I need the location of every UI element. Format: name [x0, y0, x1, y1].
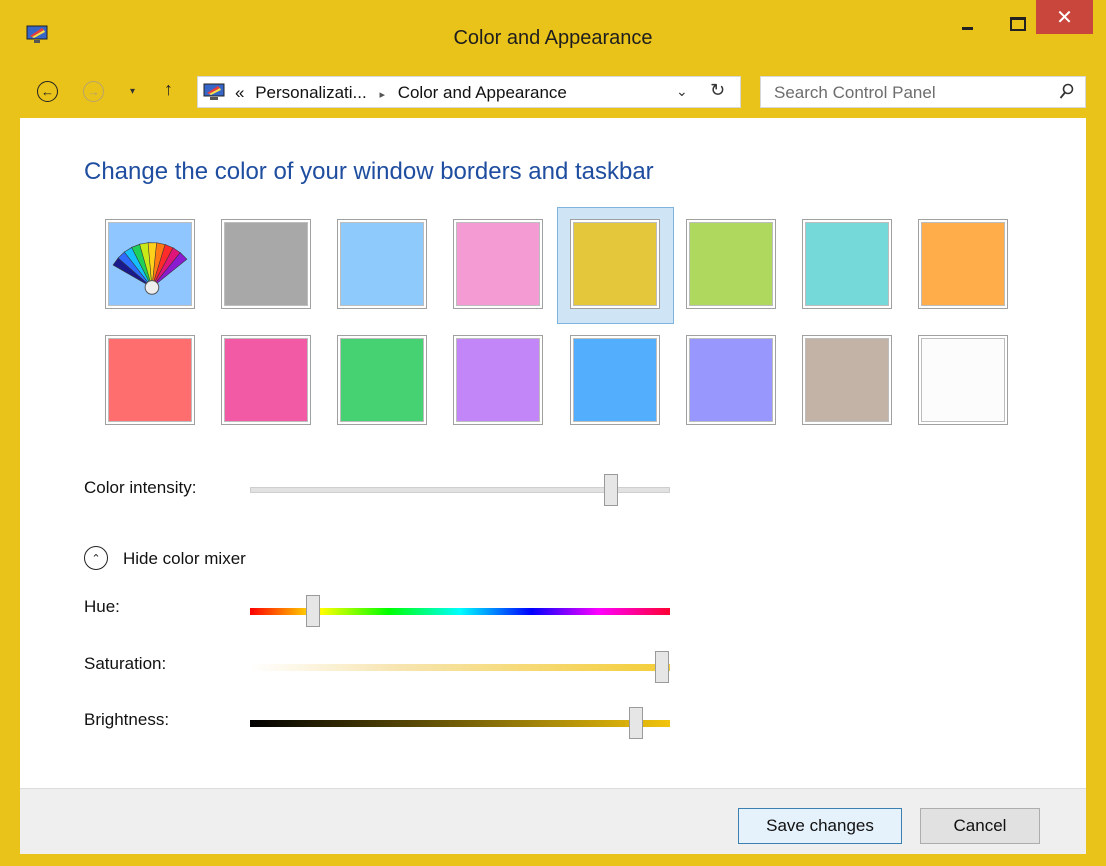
- color-and-appearance-window: Color and Appearance ✕ ← → ▾ ↑ « Persona…: [0, 0, 1106, 866]
- control-panel-icon: [203, 83, 225, 100]
- chevron-up-icon: ⌃: [91, 552, 101, 565]
- swatch-fill: [689, 222, 773, 306]
- close-icon: ✕: [1056, 6, 1073, 29]
- breadcrumb-overflow[interactable]: «: [235, 83, 244, 102]
- back-button[interactable]: ←: [37, 81, 58, 102]
- swatch-fill: [921, 222, 1005, 306]
- breadcrumb: « Personalizati... ▸ Color and Appearanc…: [235, 83, 567, 103]
- cancel-button[interactable]: Cancel: [920, 808, 1040, 844]
- forward-arrow-icon: →: [87, 84, 100, 99]
- swatch-fill: [108, 338, 192, 422]
- color-swatch-yellow[interactable]: [570, 219, 660, 309]
- brightness-slider-thumb[interactable]: [629, 707, 644, 739]
- maximize-button[interactable]: [1005, 10, 1031, 38]
- breadcrumb-separator-icon[interactable]: ▸: [379, 89, 385, 101]
- title-bar[interactable]: Color and Appearance ✕: [0, 0, 1106, 68]
- color-swatch-red[interactable]: [105, 335, 195, 425]
- swatch-fill: [573, 222, 657, 306]
- color-swatch-light-blue[interactable]: [337, 219, 427, 309]
- up-arrow-icon: ↑: [164, 79, 173, 99]
- hue-slider-thumb[interactable]: [306, 595, 320, 627]
- color-palette-fan-icon: [112, 242, 188, 295]
- color-swatch-blue[interactable]: [570, 335, 660, 425]
- swatch-fill: [340, 222, 424, 306]
- swatch-fill: [805, 338, 889, 422]
- hide-color-mixer-link[interactable]: Hide color mixer: [123, 549, 246, 569]
- swatch-fill: [805, 222, 889, 306]
- swatch-fill: [340, 338, 424, 422]
- color-swatch-taupe[interactable]: [802, 335, 892, 425]
- color-swatch-teal[interactable]: [802, 219, 892, 309]
- color-swatch-orange[interactable]: [918, 219, 1008, 309]
- chevron-down-icon: ▾: [130, 86, 136, 97]
- color-swatch-emerald[interactable]: [337, 335, 427, 425]
- color-swatch-pink[interactable]: [453, 219, 543, 309]
- refresh-button[interactable]: ↻: [710, 80, 725, 101]
- breadcrumb-personalization[interactable]: Personalizati...: [255, 83, 367, 102]
- back-arrow-icon: ←: [41, 84, 54, 99]
- swatch-fill: [456, 338, 540, 422]
- swatch-fill: [456, 222, 540, 306]
- brightness-label: Brightness:: [84, 710, 170, 729]
- color-swatch-magenta[interactable]: [221, 335, 311, 425]
- color-swatch-white[interactable]: [918, 335, 1008, 425]
- swatch-fill: [921, 338, 1005, 422]
- swatch-fill: [573, 338, 657, 422]
- window-title: Color and Appearance: [453, 27, 653, 49]
- swatch-fill: [224, 222, 308, 306]
- color-intensity-label: Color intensity:: [84, 478, 197, 497]
- breadcrumb-color-and-appearance[interactable]: Color and Appearance: [398, 83, 567, 102]
- address-bar[interactable]: « Personalizati... ▸ Color and Appearanc…: [197, 76, 741, 108]
- address-history-dropdown[interactable]: ⌄: [676, 83, 688, 100]
- saturation-label: Saturation:: [84, 654, 167, 673]
- chevron-down-icon: ⌄: [676, 83, 688, 99]
- color-swatch-violet[interactable]: [453, 335, 543, 425]
- up-button[interactable]: ↑: [164, 79, 173, 100]
- swatch-fill: [224, 338, 308, 422]
- color-swatch-gray[interactable]: [221, 219, 311, 309]
- refresh-icon: ↻: [710, 80, 726, 100]
- page-title: Change the color of your window borders …: [84, 158, 654, 185]
- color-intensity-slider-thumb[interactable]: [604, 474, 619, 506]
- minimize-button[interactable]: [954, 10, 980, 38]
- collapse-chevron-icon[interactable]: ⌃: [84, 546, 108, 570]
- saturation-track[interactable]: [250, 664, 670, 671]
- recent-locations-button[interactable]: ▾: [130, 86, 135, 97]
- close-button[interactable]: ✕: [1036, 0, 1093, 34]
- swatch-fill: [689, 338, 773, 422]
- search-input[interactable]: Search Control Panel: [774, 83, 936, 103]
- color-swatch-custom[interactable]: [105, 219, 195, 309]
- forward-button[interactable]: →: [83, 81, 104, 102]
- color-swatch-periwinkle[interactable]: [686, 335, 776, 425]
- maximize-icon: [1010, 17, 1026, 31]
- color-swatch-green[interactable]: [686, 219, 776, 309]
- brightness-track[interactable]: [250, 720, 670, 727]
- search-icon[interactable]: [1059, 83, 1075, 101]
- hue-label: Hue:: [84, 597, 120, 616]
- minimize-icon: [961, 26, 973, 30]
- saturation-slider-thumb[interactable]: [654, 651, 669, 683]
- save-changes-button[interactable]: Save changes: [738, 808, 902, 844]
- search-box[interactable]: Search Control Panel: [760, 76, 1086, 108]
